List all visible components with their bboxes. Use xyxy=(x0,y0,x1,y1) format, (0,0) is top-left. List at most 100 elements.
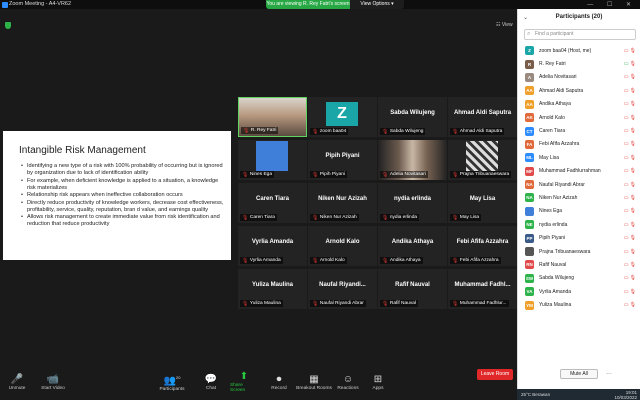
mute-all-button[interactable]: Mute All xyxy=(560,369,598,379)
start-video-button[interactable]: 📹 Start Video xyxy=(38,364,68,400)
participant-status-icons: ▭🎙 xyxy=(624,61,637,67)
tile-name: Pipih Piyani xyxy=(319,172,345,177)
participant-video-tile[interactable]: Z 🎙 zoom baa04 xyxy=(308,97,377,137)
find-participant-input[interactable]: ⌕ Find a participant xyxy=(524,29,636,40)
breakout-rooms-button[interactable]: ▦ Breakout Rooms xyxy=(296,364,332,400)
tile-display-name: Naufal Riyandi... xyxy=(319,282,366,288)
participant-video-tile[interactable]: Yuliza Maulina 🎙 Yuliza Maulina xyxy=(238,269,307,309)
participant-row[interactable]: Prajna Tribuanaeswara ▭🎙 xyxy=(518,245,640,258)
participant-row[interactable]: YM Yuliza Maulina ▭🎙 xyxy=(518,298,640,311)
avatar: FA xyxy=(525,139,534,149)
participant-row[interactable]: A Adelia Novitasari ▭🎙 xyxy=(518,71,640,84)
clock: 19:01 10/03/2022 xyxy=(614,390,637,400)
participant-name: Prajna Tribuanaeswara xyxy=(539,248,591,255)
participants-button[interactable]: 👥20 Participants xyxy=(158,364,186,400)
tile-name: Febi Afifa Azzahra xyxy=(459,258,499,263)
participant-row[interactable]: RN Rafif Nauval ▭🎙 xyxy=(518,258,640,271)
muted-mic-icon: 🎙 xyxy=(629,128,637,135)
participants-icon: 👥20 xyxy=(163,374,181,387)
tile-name-label: 🎙 nydia erlinda xyxy=(380,214,420,221)
participant-name: zoom baa04 (Host, me) xyxy=(539,47,592,54)
participant-video-tile[interactable]: 🎙 R. Rey Fatri xyxy=(238,97,307,137)
participant-row[interactable]: AA Ahmad Aldi Saputra ▭🎙 xyxy=(518,84,640,97)
participant-video-tile[interactable]: Sabda Wilujeng 🎙 Sabda Wilujeng xyxy=(378,97,447,137)
muted-mic-icon: 🎙 xyxy=(382,171,389,178)
tile-name: nydia erlinda xyxy=(389,215,418,220)
tile-name-label: 🎙 May Lisa xyxy=(450,214,482,221)
leave-room-button[interactable]: Leave Room xyxy=(477,369,513,380)
participant-video-tile[interactable]: Andika Athaya 🎙 Andika Athaya xyxy=(378,226,447,266)
participant-status-icons: ▭🎙 xyxy=(624,128,637,134)
participant-row[interactable]: AA Andika Athaya ▭🎙 xyxy=(518,98,640,111)
muted-mic-icon: 🎙 xyxy=(242,300,249,307)
participant-video-tile[interactable]: nydia erlinda 🎙 nydia erlinda xyxy=(378,183,447,223)
muted-mic-icon: 🎙 xyxy=(312,257,319,264)
participant-row[interactable]: NA Naufal Riyandi Abrar ▭🎙 xyxy=(518,178,640,191)
participant-row[interactable]: PP Pipih Piyani ▭🎙 xyxy=(518,231,640,244)
tile-name: Prajna Tribuanaeswara xyxy=(459,172,510,177)
participant-video-tile[interactable]: Naufal Riyandi... 🎙 Naufal Riyandi Abrar xyxy=(308,269,377,309)
participant-status-icons: ▭🎙 xyxy=(624,195,637,201)
participant-status-icons: ▭🎙 xyxy=(624,101,637,107)
chat-button[interactable]: 💬 Chat xyxy=(200,364,222,400)
participant-video-tile[interactable]: May Lisa 🎙 May Lisa xyxy=(448,183,517,223)
window-controls[interactable]: — ☐ ✕ xyxy=(587,1,637,8)
window-title: Zoom Meeting - A4-VR62 xyxy=(9,1,72,7)
participant-video-tile[interactable]: Niken Nur Azizah 🎙 Niken Nur Azizah xyxy=(308,183,377,223)
participant-video-tile[interactable]: 🎙 Nines Ega xyxy=(238,140,307,180)
participant-video-tile[interactable]: Muhammad Fadhl... 🎙 Muhammad Fadhlur... xyxy=(448,269,517,309)
participant-row[interactable]: ML May Lisa ▭🎙 xyxy=(518,151,640,164)
participant-video-tile[interactable]: Febi Afifa Azzahra 🎙 Febi Afifa Azzahra xyxy=(448,226,517,266)
participant-status-icons: ▭🎙 xyxy=(624,155,637,161)
tile-name: May Lisa xyxy=(459,215,480,220)
share-screen-button[interactable]: ⬆ Share Screen xyxy=(230,364,258,400)
participant-row[interactable]: FA Febi Afifa Azzahra ▭🎙 xyxy=(518,138,640,151)
share-screen-icon: ⬆ xyxy=(239,371,249,382)
participant-name: Pipih Piyani xyxy=(539,235,566,242)
muted-mic-icon: 🎤 xyxy=(10,373,24,385)
unmute-button[interactable]: 🎤 Unmute xyxy=(4,364,30,400)
tile-name-label: 🎙 Niken Nur Azizah xyxy=(310,214,359,221)
participant-row[interactable]: AK Arnold Kalo ▭🎙 xyxy=(518,111,640,124)
participant-name: Naufal Riyandi Abrar xyxy=(539,181,585,188)
participant-row[interactable]: SW Sabda Wilujeng ▭🎙 xyxy=(518,272,640,285)
tile-name: Nines Ega xyxy=(249,172,272,177)
view-options-button[interactable]: View Options ▾ xyxy=(350,0,404,9)
participant-row[interactable]: CT Caren Tiara ▭🎙 xyxy=(518,124,640,137)
profile-picture xyxy=(466,141,498,171)
participant-row[interactable]: MF Muhammad Fadhlurrahman ▭🎙 xyxy=(518,165,640,178)
security-shield-icon[interactable] xyxy=(5,22,11,29)
participant-name: Nines Ega xyxy=(539,208,563,215)
view-layout-button[interactable]: ☷ View xyxy=(496,22,513,28)
participant-video-tile[interactable]: Pipih Piyani 🎙 Pipih Piyani xyxy=(308,140,377,180)
avatar: AK xyxy=(525,113,534,123)
participant-row[interactable]: VA Vyrlia Amanda ▭🎙 xyxy=(518,285,640,298)
apps-button[interactable]: ⊞ Apps xyxy=(368,364,388,400)
participant-row[interactable]: NE nydia erlinda ▭🎙 xyxy=(518,218,640,231)
start-video-label: Start Video xyxy=(41,385,65,391)
more-options-button[interactable]: … xyxy=(606,370,612,376)
avatar: Z xyxy=(525,46,534,56)
participant-status-icons: ▭🎙 xyxy=(624,74,637,80)
participant-row[interactable]: Nines Ega ▭🎙 xyxy=(518,205,640,218)
participant-video-tile[interactable]: Vyrlia Amanda 🎙 Vyrlia Amanda xyxy=(238,226,307,266)
clock-date: 10/03/2022 xyxy=(614,394,637,400)
participant-video-tile[interactable]: Ahmad Aldi Saputra 🎙 Ahmad Aldi Saputra xyxy=(448,97,517,137)
reactions-button[interactable]: ☺ Reactions xyxy=(336,364,360,400)
participant-row[interactable]: R R. Rey Fatri ▭🎙 xyxy=(518,57,640,70)
participant-row[interactable]: NA Niken Nur Azizah ▭🎙 xyxy=(518,191,640,204)
participant-video-tile[interactable]: 🎙 Prajna Tribuanaeswara xyxy=(448,140,517,180)
participant-video-tile[interactable]: Caren Tiara 🎙 Caren Tiara xyxy=(238,183,307,223)
participant-video-tile[interactable]: 🎙 Adelia Novitasari xyxy=(378,140,447,180)
participants-panel: ⌄ Participants (20) ⌕ Find a participant… xyxy=(517,9,640,389)
tile-name-label: 🎙 Ahmad Aldi Saputra xyxy=(450,128,505,135)
tile-name: Adelia Novitasari xyxy=(389,172,426,177)
participant-row[interactable]: Zzoom baa04 (Host, me) ▭🎙 xyxy=(518,44,640,57)
tile-display-name: Muhammad Fadhl... xyxy=(454,282,511,288)
participant-video-tile[interactable]: Arnold Kalo 🎙 Arnold Kalo xyxy=(308,226,377,266)
muted-mic-icon: 🎙 xyxy=(629,168,637,175)
record-button[interactable]: ⏺ Record xyxy=(268,364,290,400)
participant-video-tile[interactable]: Rafif Nauval 🎙 Rafif Nauval xyxy=(378,269,447,309)
muted-mic-icon: 🎙 xyxy=(629,221,637,228)
search-placeholder: Find a participant xyxy=(535,31,574,37)
